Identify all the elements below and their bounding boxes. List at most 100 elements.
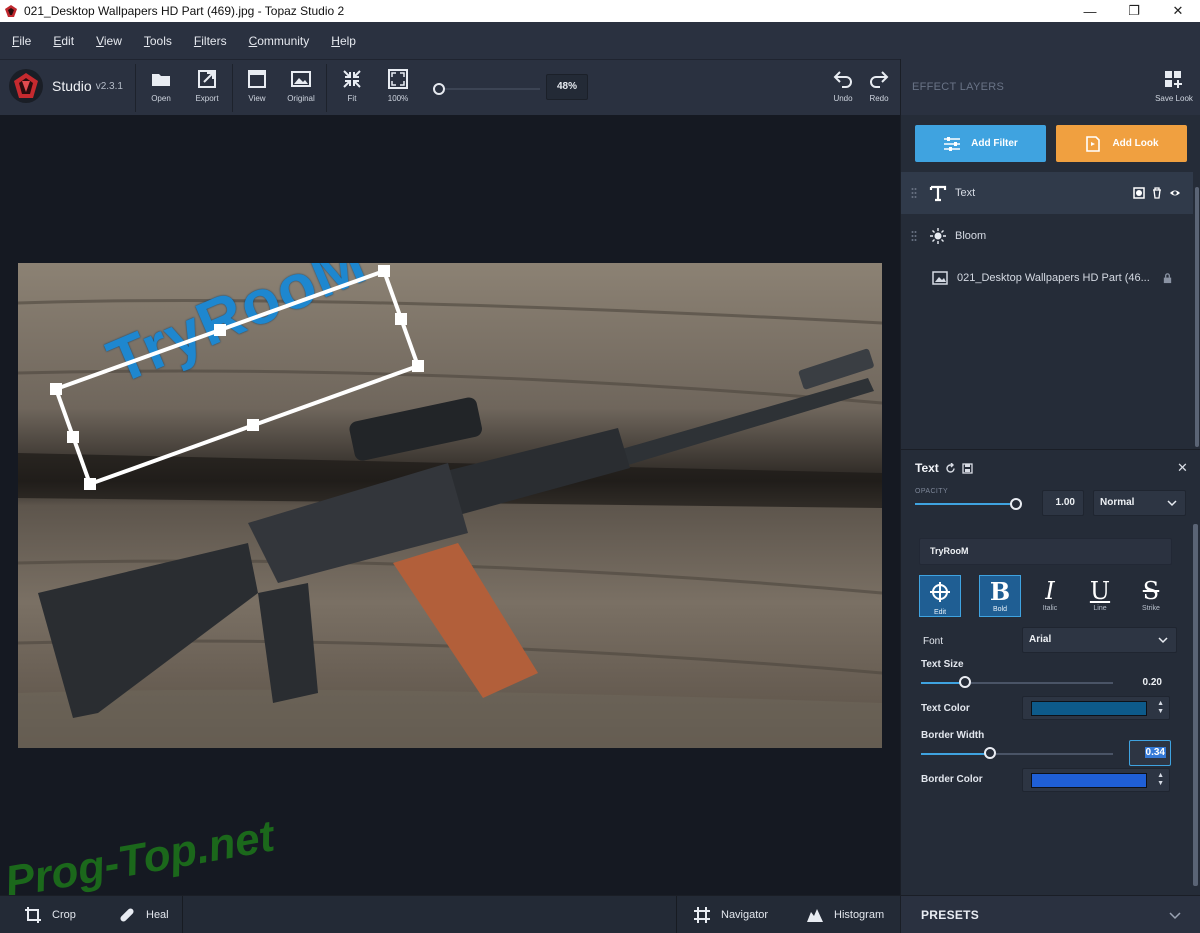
font-label: Font [923,636,944,647]
strike-button[interactable]: S Strike [1130,575,1172,617]
chevron-down-icon[interactable] [1169,909,1181,921]
bold-button[interactable]: B Bold [979,575,1021,617]
layer-image[interactable]: 021_Desktop Wallpapers HD Part (46... [901,257,1193,299]
minimize-button[interactable]: — [1068,0,1112,22]
histogram-icon [807,909,823,922]
export-button[interactable]: Export [187,68,227,103]
layer-name: Bloom [955,230,987,242]
zoom-slider-track[interactable] [435,88,540,90]
presets-section[interactable]: PRESETS [901,895,1200,933]
layer-bloom[interactable]: Bloom [901,215,1193,257]
crop-icon [25,907,41,923]
text-size-slider-thumb[interactable] [959,676,971,688]
blend-mode-select[interactable]: Normal [1093,490,1186,516]
save-icon[interactable] [962,462,973,474]
bottom-divider [182,896,183,933]
toolbar: Studio v2.3.1 Open Export View Original … [0,59,900,115]
text-size-label: Text Size [921,659,964,670]
mask-icon[interactable] [1133,187,1145,199]
menu-help[interactable]: Help [323,34,364,48]
border-color-picker[interactable]: ▲ ▼ [1022,768,1170,792]
text-color-swatch [1031,701,1147,716]
font-select[interactable]: Arial [1022,627,1177,653]
toolbar-divider [232,64,233,112]
reset-icon[interactable] [945,462,956,474]
text-color-picker[interactable]: ▲ ▼ [1022,696,1170,720]
font-value: Arial [1029,634,1052,645]
image-canvas[interactable]: TryRooM [0,115,900,895]
layer-name: 021_Desktop Wallpapers HD Part (46... [957,272,1150,284]
undo-icon [833,71,852,88]
zoom-value[interactable]: 48% [546,74,588,100]
export-icon [198,70,216,88]
crop-button[interactable]: Crop [24,896,76,933]
strikethrough-icon: S [1142,577,1160,605]
spinner-icon[interactable]: ▲ ▼ [1157,772,1164,788]
opacity-value[interactable]: 1.00 [1042,490,1084,516]
layer-text[interactable]: Text [901,172,1193,214]
chevron-down-icon [1167,500,1177,507]
menu-view[interactable]: View [88,34,130,48]
menu-edit[interactable]: Edit [45,34,82,48]
sliders-icon [944,136,961,151]
right-panel: EFFECT LAYERS Save Look Add Filter Add L… [900,59,1200,933]
redo-button[interactable]: Redo [859,68,899,103]
layer-name: Text [955,187,976,199]
maximize-button[interactable]: ❐ [1112,0,1156,22]
opacity-slider-thumb[interactable] [1010,498,1022,510]
bottom-divider [676,896,677,933]
drag-handle-icon[interactable] [911,187,917,199]
menu-bar: File Edit View Tools Filters Community H… [0,22,1200,59]
zoom-slider-thumb[interactable] [433,83,445,95]
save-look-icon [1165,71,1182,88]
toolbar-divider [326,64,327,112]
text-properties-panel: Text ✕ OPACITY 1.00 Normal TryRooM Edit … [901,449,1200,895]
navigator-button[interactable]: Navigator [693,896,768,933]
drag-handle-icon[interactable] [911,230,917,242]
menu-file[interactable]: File [4,34,39,48]
add-filter-button[interactable]: Add Filter [915,125,1046,162]
menu-community[interactable]: Community [241,34,318,48]
save-look-button[interactable]: Save Look [1151,69,1197,103]
effect-layers-header: EFFECT LAYERS Save Look [901,59,1200,115]
eye-icon[interactable] [1169,187,1181,199]
original-button[interactable]: Original [281,68,321,103]
fit-button[interactable]: Fit [332,68,372,103]
undo-button[interactable]: Undo [823,68,863,103]
text-color-label: Text Color [921,703,970,714]
spinner-icon[interactable]: ▲ ▼ [1157,700,1164,716]
close-window-button[interactable]: ✕ [1156,0,1200,22]
italic-button[interactable]: I Italic [1029,575,1071,617]
trash-icon[interactable] [1151,187,1163,199]
props-header: Text [915,461,973,475]
view-button[interactable]: View [237,68,277,103]
histogram-button[interactable]: Histogram [806,896,884,933]
toolbar-divider [135,64,136,112]
underline-button[interactable]: U Line [1079,575,1121,617]
close-panel-button[interactable]: ✕ [1177,460,1188,476]
edit-format-button[interactable]: Edit [919,575,961,617]
folder-icon [152,74,170,86]
border-width-label: Border Width [921,730,985,741]
text-selection-box[interactable] [18,263,882,748]
add-look-button[interactable]: Add Look [1056,125,1187,162]
text-size-value[interactable]: 0.20 [1129,670,1171,696]
blend-mode-value: Normal [1100,497,1135,508]
border-width-slider-thumb[interactable] [984,747,996,759]
text-icon [929,185,947,202]
zoom-100-button[interactable]: 100% [378,68,418,103]
text-content-input[interactable]: TryRooM [919,538,1172,565]
bold-icon: B [989,577,1011,606]
menu-tools[interactable]: Tools [136,34,180,48]
menu-filters[interactable]: Filters [186,34,235,48]
bandage-icon [120,908,134,922]
image-icon [291,71,311,87]
window-title: 021_Desktop Wallpapers HD Part (469).jpg… [24,4,345,18]
heal-button[interactable]: Heal [118,896,169,933]
properties-scrollbar[interactable] [1193,524,1198,886]
border-width-input[interactable]: 0.34 [1129,740,1171,766]
open-button[interactable]: Open [141,68,181,103]
presets-title: PRESETS [921,908,980,922]
layers-scrollbar[interactable] [1195,187,1199,447]
opacity-slider-fill [915,503,1015,505]
